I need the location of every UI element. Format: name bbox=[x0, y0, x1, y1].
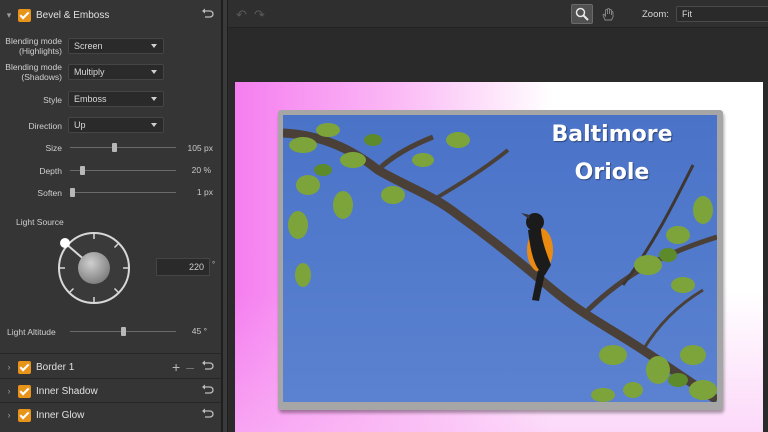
undo-icon[interactable]: ↶ bbox=[236, 7, 247, 23]
inner-shadow-header[interactable]: › Inner Shadow bbox=[0, 379, 222, 403]
zoom-value: Fit bbox=[682, 9, 692, 19]
hand-tool-button[interactable] bbox=[597, 4, 619, 24]
chevron-down-icon bbox=[151, 97, 157, 101]
blending-shadows-select[interactable]: Multiply bbox=[68, 64, 164, 80]
direction-value: Up bbox=[74, 120, 86, 130]
soften-slider[interactable] bbox=[70, 192, 176, 193]
style-value: Emboss bbox=[74, 94, 107, 104]
blending-shadows-label: Blending mode (Shadows) bbox=[5, 62, 62, 82]
zoom-tool-button[interactable] bbox=[571, 4, 593, 24]
blending-highlights-value: Screen bbox=[74, 41, 103, 51]
photo-title-line-2: Oriole bbox=[574, 160, 650, 185]
style-select[interactable]: Emboss bbox=[68, 91, 164, 107]
bevel-emboss-header[interactable]: ▾ Bevel & Emboss bbox=[0, 3, 222, 27]
reset-icon[interactable] bbox=[200, 8, 214, 22]
chevron-right-icon[interactable]: › bbox=[2, 410, 16, 420]
app-window: ▾ Bevel & Emboss Blending mode (Highligh… bbox=[0, 0, 768, 432]
reset-icon[interactable] bbox=[200, 408, 214, 422]
zoom-label: Zoom: bbox=[642, 9, 669, 20]
size-slider[interactable] bbox=[70, 147, 176, 148]
depth-slider-handle[interactable] bbox=[80, 166, 86, 175]
inner-glow-checkbox[interactable] bbox=[18, 408, 31, 422]
soften-label: Soften bbox=[37, 188, 62, 198]
chevron-right-icon[interactable]: › bbox=[2, 362, 16, 372]
light-angle-input[interactable]: 220 bbox=[156, 258, 210, 276]
divider bbox=[0, 353, 222, 354]
soften-slider-handle[interactable] bbox=[70, 188, 75, 197]
canvas-toolbar: ↶ ↷ Zoom: Fit bbox=[228, 0, 768, 28]
bevel-emboss-title: Bevel & Emboss bbox=[36, 9, 110, 21]
chevron-right-icon[interactable]: › bbox=[2, 386, 16, 396]
border-1-header[interactable]: › Border 1 + – bbox=[0, 355, 222, 379]
border-1-title: Border 1 bbox=[36, 361, 75, 373]
zoom-select[interactable]: Fit bbox=[676, 6, 768, 22]
style-label: Style bbox=[43, 95, 62, 105]
light-altitude-label: Light Altitude bbox=[7, 327, 56, 337]
chevron-down-icon bbox=[151, 44, 157, 48]
magnifier-icon bbox=[575, 7, 589, 21]
plus-icon[interactable]: + bbox=[172, 359, 180, 375]
blending-shadows-value: Multiply bbox=[74, 67, 105, 77]
light-altitude-value: 45 ° bbox=[191, 326, 207, 336]
redo-icon[interactable]: ↷ bbox=[254, 7, 265, 23]
size-slider-handle[interactable] bbox=[112, 143, 118, 152]
inner-glow-header[interactable]: › Inner Glow bbox=[0, 403, 222, 427]
bevel-emboss-checkbox[interactable] bbox=[18, 8, 31, 22]
depth-slider[interactable] bbox=[70, 170, 176, 171]
chevron-down-icon bbox=[151, 123, 157, 127]
depth-value: 20 % bbox=[191, 165, 211, 175]
blending-highlights-label: Blending mode (Highlights) bbox=[5, 36, 62, 56]
light-angle-value: 220 bbox=[188, 262, 204, 272]
depth-label: Depth bbox=[39, 166, 62, 176]
hand-icon bbox=[602, 7, 614, 21]
inner-glow-title: Inner Glow bbox=[36, 409, 85, 421]
direction-select[interactable]: Up bbox=[68, 117, 164, 133]
light-source-dial[interactable] bbox=[56, 230, 132, 306]
border-1-checkbox[interactable] bbox=[18, 360, 31, 374]
effects-panel: ▾ Bevel & Emboss Blending mode (Highligh… bbox=[0, 0, 222, 432]
degree-unit: ° bbox=[212, 260, 216, 269]
inner-shadow-title: Inner Shadow bbox=[36, 385, 98, 397]
size-label: Size bbox=[45, 143, 62, 153]
minus-icon[interactable]: – bbox=[186, 359, 194, 375]
light-source-label: Light Source bbox=[16, 217, 64, 227]
direction-label: Direction bbox=[28, 121, 62, 131]
chevron-down-icon[interactable]: ▾ bbox=[2, 10, 16, 21]
light-altitude-slider-handle[interactable] bbox=[120, 327, 126, 336]
photo-title-line-1: Baltimore bbox=[551, 122, 673, 147]
size-value: 105 px bbox=[187, 143, 213, 153]
reset-icon[interactable] bbox=[200, 360, 214, 374]
chevron-down-icon bbox=[151, 70, 157, 74]
inner-shadow-checkbox[interactable] bbox=[18, 384, 31, 398]
soften-value: 1 px bbox=[196, 187, 213, 197]
reset-icon[interactable] bbox=[200, 384, 214, 398]
blending-highlights-select[interactable]: Screen bbox=[68, 38, 164, 54]
light-source-handle[interactable] bbox=[60, 238, 70, 248]
